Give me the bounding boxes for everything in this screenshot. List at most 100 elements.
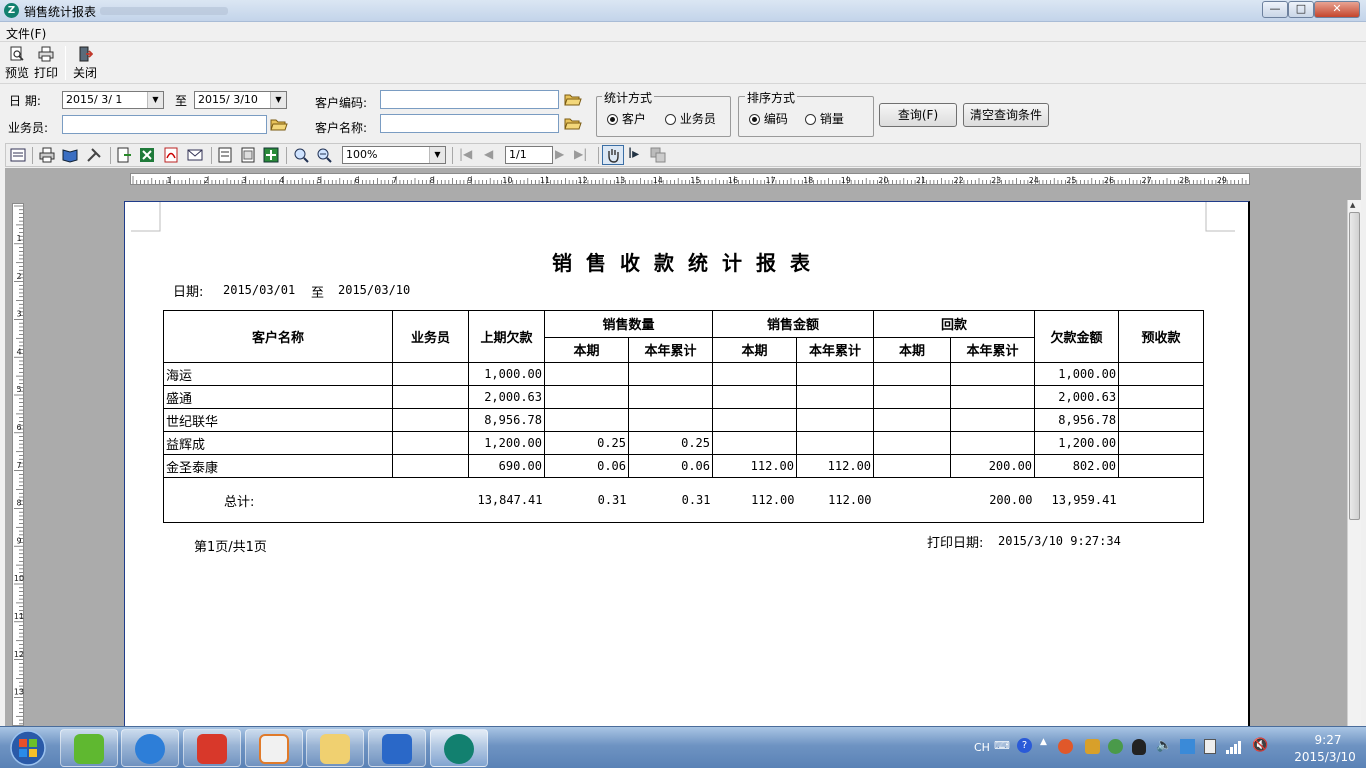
scrollbar-thumb[interactable] (1349, 212, 1360, 520)
total-prepaid (1118, 477, 1205, 523)
ruler-number: 17 (766, 176, 776, 185)
text-select-icon[interactable]: I▸ (628, 146, 639, 162)
speaker-icon[interactable]: 🔇 (1252, 738, 1268, 753)
task-iqiyi[interactable] (60, 729, 118, 767)
browser-icon[interactable] (1058, 739, 1073, 754)
ruler-number: 3 (242, 176, 247, 185)
stat-radio-customer[interactable]: 客户 (607, 110, 646, 127)
cell-salesman (392, 362, 469, 386)
close-window-button[interactable]: ✕ (1314, 1, 1360, 18)
hand-tool-button[interactable] (602, 145, 624, 165)
folder-open-icon[interactable] (270, 116, 288, 132)
customer-name-input[interactable] (380, 114, 559, 133)
tray-app-icon[interactable] (1085, 739, 1100, 754)
start-button[interactable] (2, 728, 54, 768)
clipboard-icon[interactable] (1204, 739, 1216, 754)
qq-icon[interactable] (1132, 739, 1146, 755)
tray-language[interactable]: CH (974, 741, 990, 754)
chevron-down-icon[interactable]: ▼ (429, 147, 445, 163)
task-sogou[interactable] (121, 729, 179, 767)
task-app-red[interactable] (183, 729, 241, 767)
task-explorer[interactable] (306, 729, 364, 767)
chevron-down-icon[interactable]: ▼ (147, 92, 163, 108)
sort-radio-qty[interactable]: 销量 (805, 110, 844, 127)
excel-icon[interactable] (139, 147, 155, 163)
salesman-input[interactable] (62, 115, 267, 134)
table-row: 金圣泰康 690.00 0.06 0.06 112.00 112.00 200.… (163, 454, 1205, 478)
date-to-picker[interactable]: 2015/ 3/10 ▼ (194, 91, 287, 109)
task-sales-app[interactable] (430, 729, 488, 767)
book-icon[interactable] (62, 147, 78, 163)
folder-open-icon[interactable] (564, 115, 582, 131)
date-from-picker[interactable]: 2015/ 3/ 1 ▼ (62, 91, 164, 109)
menu-file[interactable]: 文件(F) (6, 25, 46, 42)
total-amt-ytd: 112.00 (796, 477, 874, 523)
folder-open-icon[interactable] (564, 91, 582, 107)
help-icon[interactable]: ? (1017, 738, 1032, 753)
report-table: 客户名称 业务员 上期欠款 销售数量 销售金额 回款 欠款金额 预收款 本期 本… (163, 310, 1205, 523)
stat-option-label: 客户 (621, 112, 646, 126)
sort-radio-code[interactable]: 编码 (749, 110, 788, 127)
customer-code-input[interactable] (380, 90, 559, 109)
volume-icon[interactable]: 🔈 (1156, 738, 1172, 753)
tools-icon[interactable] (86, 147, 102, 163)
cell-pay-ytd (950, 385, 1036, 409)
maximize-button[interactable]: □ (1288, 1, 1314, 18)
cell-qty-current (544, 385, 629, 409)
printer-icon[interactable] (39, 147, 55, 163)
ruler-number: 10 (502, 176, 512, 185)
copy-icon[interactable] (650, 147, 666, 163)
cell-debt: 2,000.63 (1034, 385, 1120, 409)
tray-arrow-icon[interactable]: ▲ (1040, 737, 1047, 747)
title-bar[interactable]: Z 销售统计报表 — □ ✕ (0, 0, 1366, 22)
export-icon[interactable] (116, 147, 132, 163)
tray-security-icon[interactable] (1108, 739, 1123, 754)
clear-query-button[interactable]: 清空查询条件 (963, 103, 1049, 127)
ruler-number: 25 (1066, 176, 1076, 185)
close-button[interactable]: 关闭 (68, 44, 102, 82)
ruler-number: 11 (540, 176, 550, 185)
next-page-icon[interactable]: ▶ (555, 147, 564, 161)
scroll-up-icon[interactable]: ▲ (1350, 201, 1355, 209)
print-date-label: 打印日期: (927, 536, 984, 551)
vertical-scrollbar[interactable]: ▲ (1347, 200, 1361, 726)
first-page-icon[interactable]: |◀ (459, 147, 472, 161)
clock-date[interactable]: 2015/3/10 (1290, 750, 1360, 764)
single-page-icon[interactable] (217, 147, 233, 163)
print-button[interactable]: 打印 (29, 44, 63, 82)
clock-time[interactable]: 9:27 (1296, 733, 1360, 747)
ruler-number: 14 (653, 176, 663, 185)
total-qty-current: 0.31 (544, 477, 629, 523)
prev-page-icon[interactable]: ◀ (484, 147, 493, 161)
page-setup-icon[interactable] (10, 147, 26, 163)
query-button[interactable]: 查询(F) (879, 103, 957, 127)
task-qq-game[interactable] (368, 729, 426, 767)
cell-debt: 1,000.00 (1034, 362, 1120, 386)
exit-door-icon (79, 46, 93, 62)
minimize-button[interactable]: — (1262, 1, 1288, 18)
email-icon[interactable] (187, 147, 203, 163)
hand-icon (608, 149, 619, 163)
stat-radio-salesman[interactable]: 业务员 (665, 110, 716, 127)
radio-selected-icon (607, 114, 618, 125)
page-width-icon[interactable] (240, 147, 256, 163)
multi-page-icon[interactable] (263, 147, 279, 163)
keyboard-icon[interactable]: ⌨ (994, 739, 1010, 752)
last-page-icon[interactable]: ▶| (574, 147, 587, 161)
ruler-number: 29 (1217, 176, 1227, 185)
total-amt-current: 112.00 (712, 477, 797, 523)
task-paint[interactable] (245, 729, 303, 767)
pdf-icon[interactable] (163, 147, 179, 163)
toolbar-separator (32, 147, 33, 164)
chevron-down-icon[interactable]: ▼ (270, 92, 286, 108)
header-debt-amount: 欠款金额 (1034, 310, 1120, 363)
main-toolbar: 预览 打印 关闭 (0, 42, 1366, 84)
zoom-select[interactable]: 100% ▼ (342, 146, 446, 164)
page-number-field[interactable]: 1/1 (505, 146, 553, 164)
tray-network-app-icon[interactable] (1180, 739, 1195, 754)
zoom-in-icon[interactable] (293, 147, 309, 163)
zoom-out-icon[interactable] (316, 147, 332, 163)
signal-icon[interactable] (1226, 739, 1242, 754)
report-preview-area[interactable]: 1 2 3 4 5 6 7 8 9 10 11 12 13 14 15 16 17 18 19 20 21 22 23 24 2… (5, 168, 1361, 726)
cell-amt-ytd: 112.00 (796, 454, 875, 478)
